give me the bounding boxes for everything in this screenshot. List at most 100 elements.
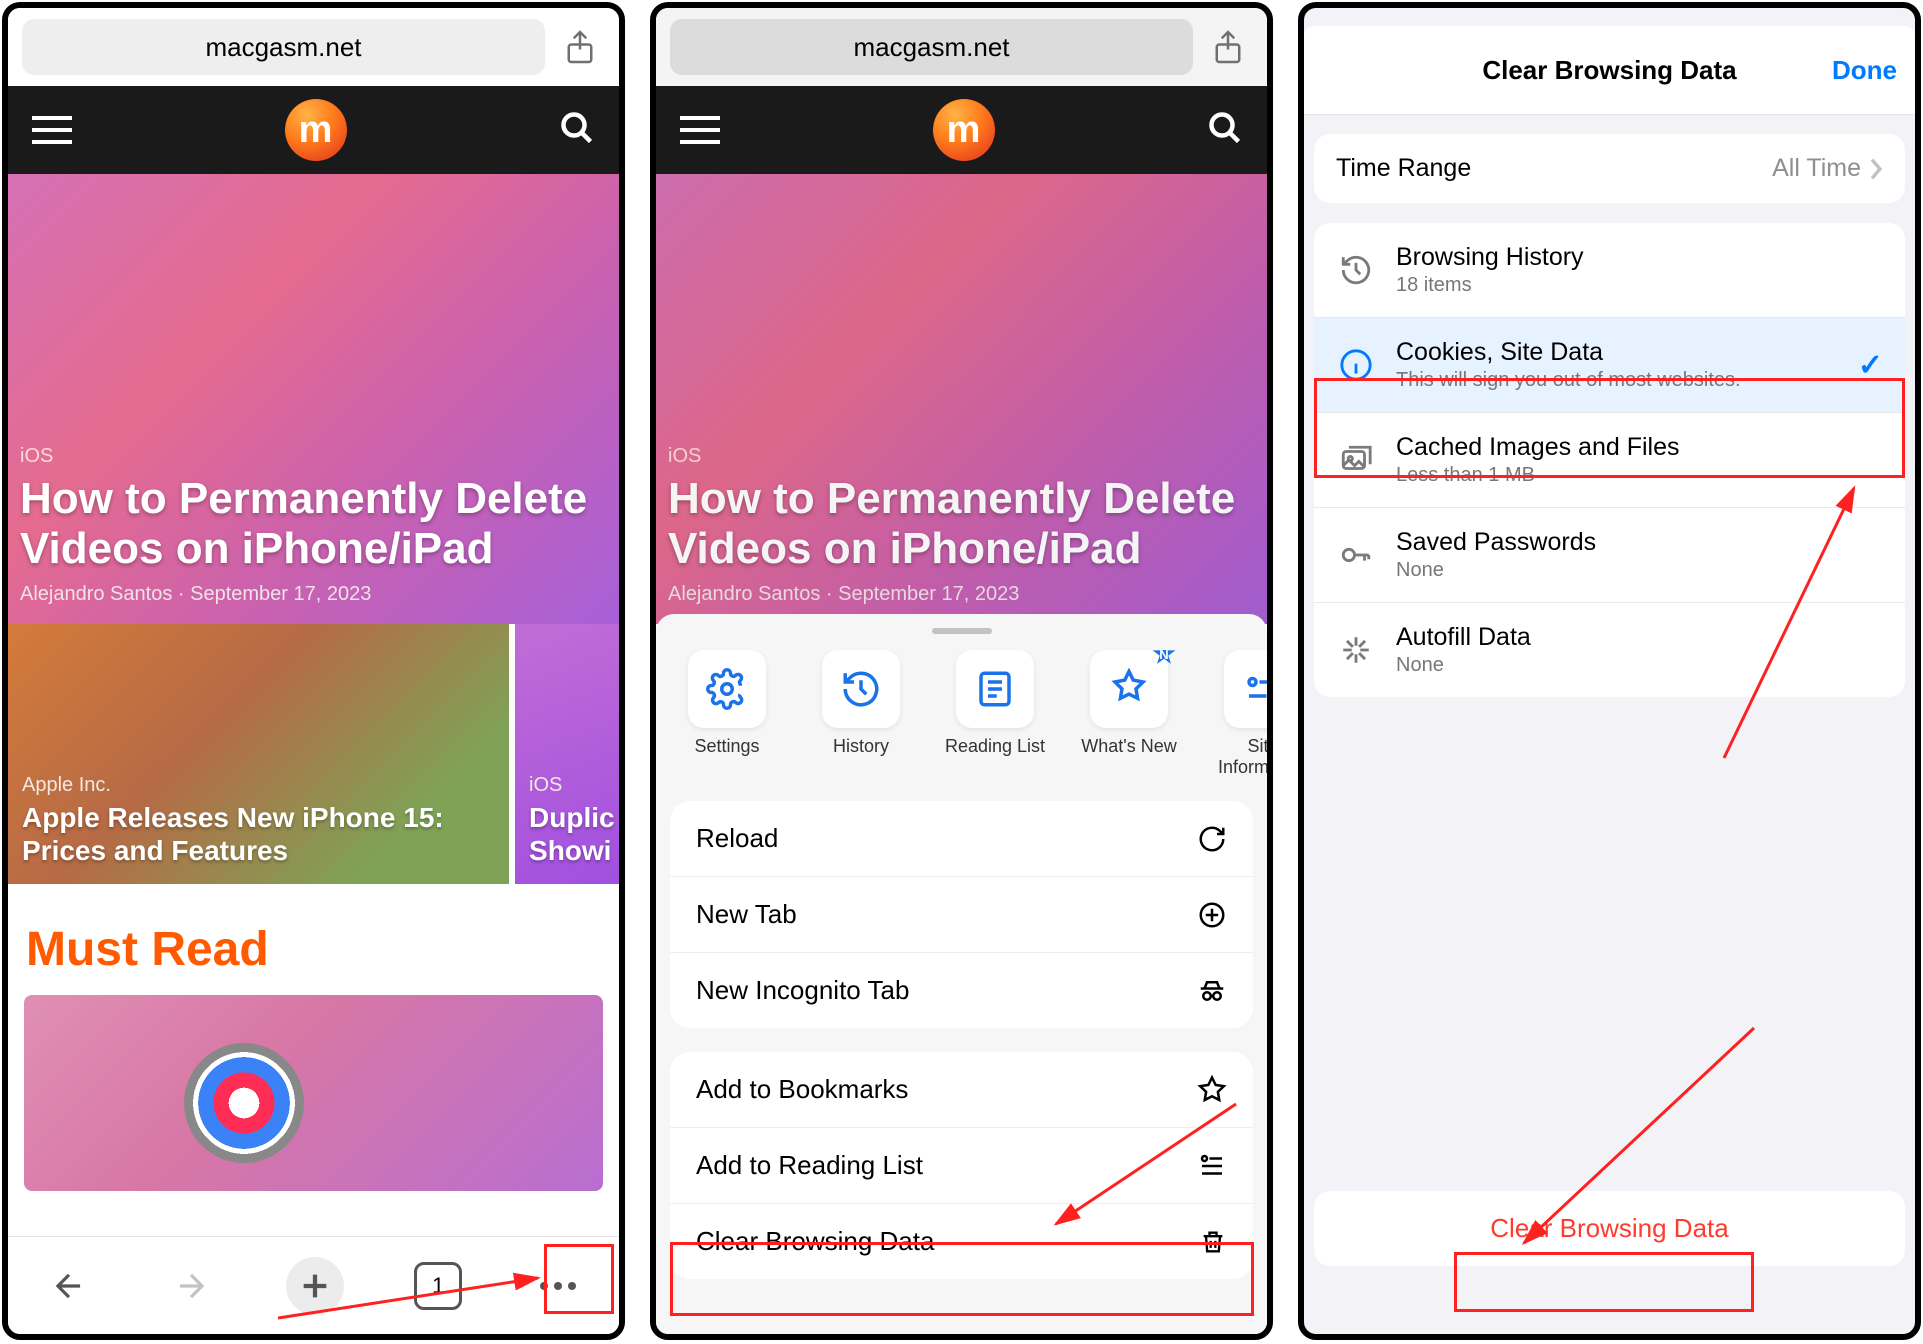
menu-tile-whats-new[interactable]: N What's New [1070,650,1188,777]
url-bar: macgasm.net [8,8,619,86]
hero-date: September 17, 2023 [190,583,371,605]
hero-date: September 17, 2023 [838,583,1019,605]
plus-circle-icon [1197,900,1227,930]
annotation-highlight-cookies [1314,378,1905,478]
search-icon[interactable] [559,110,595,151]
back-icon[interactable] [43,1260,95,1312]
menu-tile-site-info[interactable]: Site Information [1204,650,1267,777]
site-logo[interactable]: m [933,99,995,161]
tabs-button[interactable]: 1 [414,1262,462,1310]
site-header: m [656,86,1267,174]
search-icon[interactable] [1207,110,1243,151]
new-tab-button[interactable] [286,1257,344,1315]
hero-article: iOS How to Permanently Delete Videos on … [656,174,1267,624]
tune-icon [1224,650,1267,728]
tile-ios-partial[interactable]: iOS Duplic Showi [515,624,625,884]
site-header: m [8,86,619,174]
done-button[interactable]: Done [1832,55,1897,86]
add-reading-list-icon [1197,1151,1227,1181]
url-bar: macgasm.net [656,8,1267,86]
hamburger-icon[interactable] [32,116,72,144]
whats-new-icon: N [1090,650,1168,728]
reading-list-icon [956,650,1034,728]
time-range-group: Time Range All Time [1314,134,1905,203]
site-logo[interactable]: m [285,99,347,161]
annotation-highlight-clear-data [670,1242,1254,1316]
tile-apple-news[interactable]: Apple Inc. Apple Releases New iPhone 15:… [8,624,509,884]
modal-title: Clear Browsing Data [1482,55,1736,86]
chrome-menu-sheet: Settings History Reading List N What' [656,614,1267,1334]
tile-category: Apple Inc. [22,774,495,797]
menu-item-new-tab[interactable]: New Tab [670,876,1253,952]
row-title: Browsing History [1396,243,1883,272]
share-icon[interactable] [555,24,605,70]
row-subtitle: 18 items [1396,274,1883,297]
history-icon [1336,250,1376,290]
menu-group-1: Reload New Tab New Incognito Tab [670,801,1253,1028]
share-icon[interactable] [1203,24,1253,70]
row-browsing-history[interactable]: Browsing History 18 items [1314,223,1905,317]
incognito-icon [1197,976,1227,1006]
menu-tile-label: Site Information [1204,736,1267,777]
phone-screenshot-1: macgasm.net m iOS How to Permanently Del… [2,2,625,1340]
menu-item-add-reading-list[interactable]: Add to Reading List [670,1127,1253,1203]
time-range-label: Time Range [1336,154,1752,183]
menu-item-label: Add to Bookmarks [696,1074,908,1105]
menu-tile-settings[interactable]: Settings [668,650,786,777]
new-badge-icon: N [1152,650,1176,666]
chevron-right-icon [1869,157,1883,181]
row-title: Saved Passwords [1396,528,1883,557]
hero-author: Alejandro Santos [668,583,820,605]
url-field[interactable]: macgasm.net [670,19,1193,75]
menu-item-label: Add to Reading List [696,1150,923,1181]
menu-tile-label: Settings [694,736,759,757]
autofill-icon [1336,630,1376,670]
key-icon [1336,535,1376,575]
time-range-row[interactable]: Time Range All Time [1314,134,1905,203]
menu-tile-reading-list[interactable]: Reading List [936,650,1054,777]
menu-tile-history[interactable]: History [802,650,920,777]
star-icon [1197,1075,1227,1105]
bottom-toolbar: 1 [8,1236,619,1334]
hamburger-icon[interactable] [680,116,720,144]
menu-tile-label: History [833,736,889,757]
menu-item-incognito[interactable]: New Incognito Tab [670,952,1253,1028]
gear-icon [688,650,766,728]
history-icon [822,650,900,728]
annotation-highlight-more [544,1244,614,1314]
row-autofill-data[interactable]: Autofill Data None [1314,602,1905,697]
annotation-highlight-clear-button [1454,1252,1754,1312]
menu-item-reload[interactable]: Reload [670,801,1253,876]
sheet-grabber[interactable] [932,628,992,634]
menu-tile-label: What's New [1081,736,1176,757]
must-read-card[interactable] [24,995,603,1191]
hero-meta: Alejandro Santos · September 17, 2023 [668,583,1249,606]
article-tiles: Apple Inc. Apple Releases New iPhone 15:… [8,624,619,884]
time-range-value: All Time [1772,154,1861,183]
menu-item-add-bookmarks[interactable]: Add to Bookmarks [670,1052,1253,1127]
hero-meta: Alejandro Santos · September 17, 2023 [20,583,601,606]
music-disc-icon [184,1043,304,1163]
url-field[interactable]: macgasm.net [22,19,545,75]
menu-item-label: New Tab [696,899,797,930]
hero-title: How to Permanently Delete Videos on iPho… [668,474,1249,575]
hero-category: iOS [668,445,1249,468]
forward-icon [165,1260,217,1312]
phone-screenshot-2: macgasm.net m iOS How to Permanently Del… [650,2,1273,1340]
row-subtitle: None [1396,654,1883,677]
row-title: Autofill Data [1396,623,1883,652]
phone-screenshot-3: Clear Browsing Data Done Time Range All … [1298,2,1921,1340]
tile-title: Apple Releases New iPhone 15: Prices and… [22,801,495,868]
menu-icon-row: Settings History Reading List N What' [656,650,1267,777]
tile-title: Duplic Showi [529,801,615,868]
tile-category: iOS [529,774,615,797]
menu-item-label: Reload [696,823,778,854]
hero-title: How to Permanently Delete Videos on iPho… [20,474,601,575]
menu-tile-label: Reading List [945,736,1045,757]
hero-article[interactable]: iOS How to Permanently Delete Videos on … [8,174,619,624]
modal-header: Clear Browsing Data Done [1304,26,1915,114]
menu-item-label: New Incognito Tab [696,975,909,1006]
row-saved-passwords[interactable]: Saved Passwords None [1314,507,1905,602]
row-title: Cookies, Site Data [1396,338,1838,367]
hero-category: iOS [20,445,601,468]
